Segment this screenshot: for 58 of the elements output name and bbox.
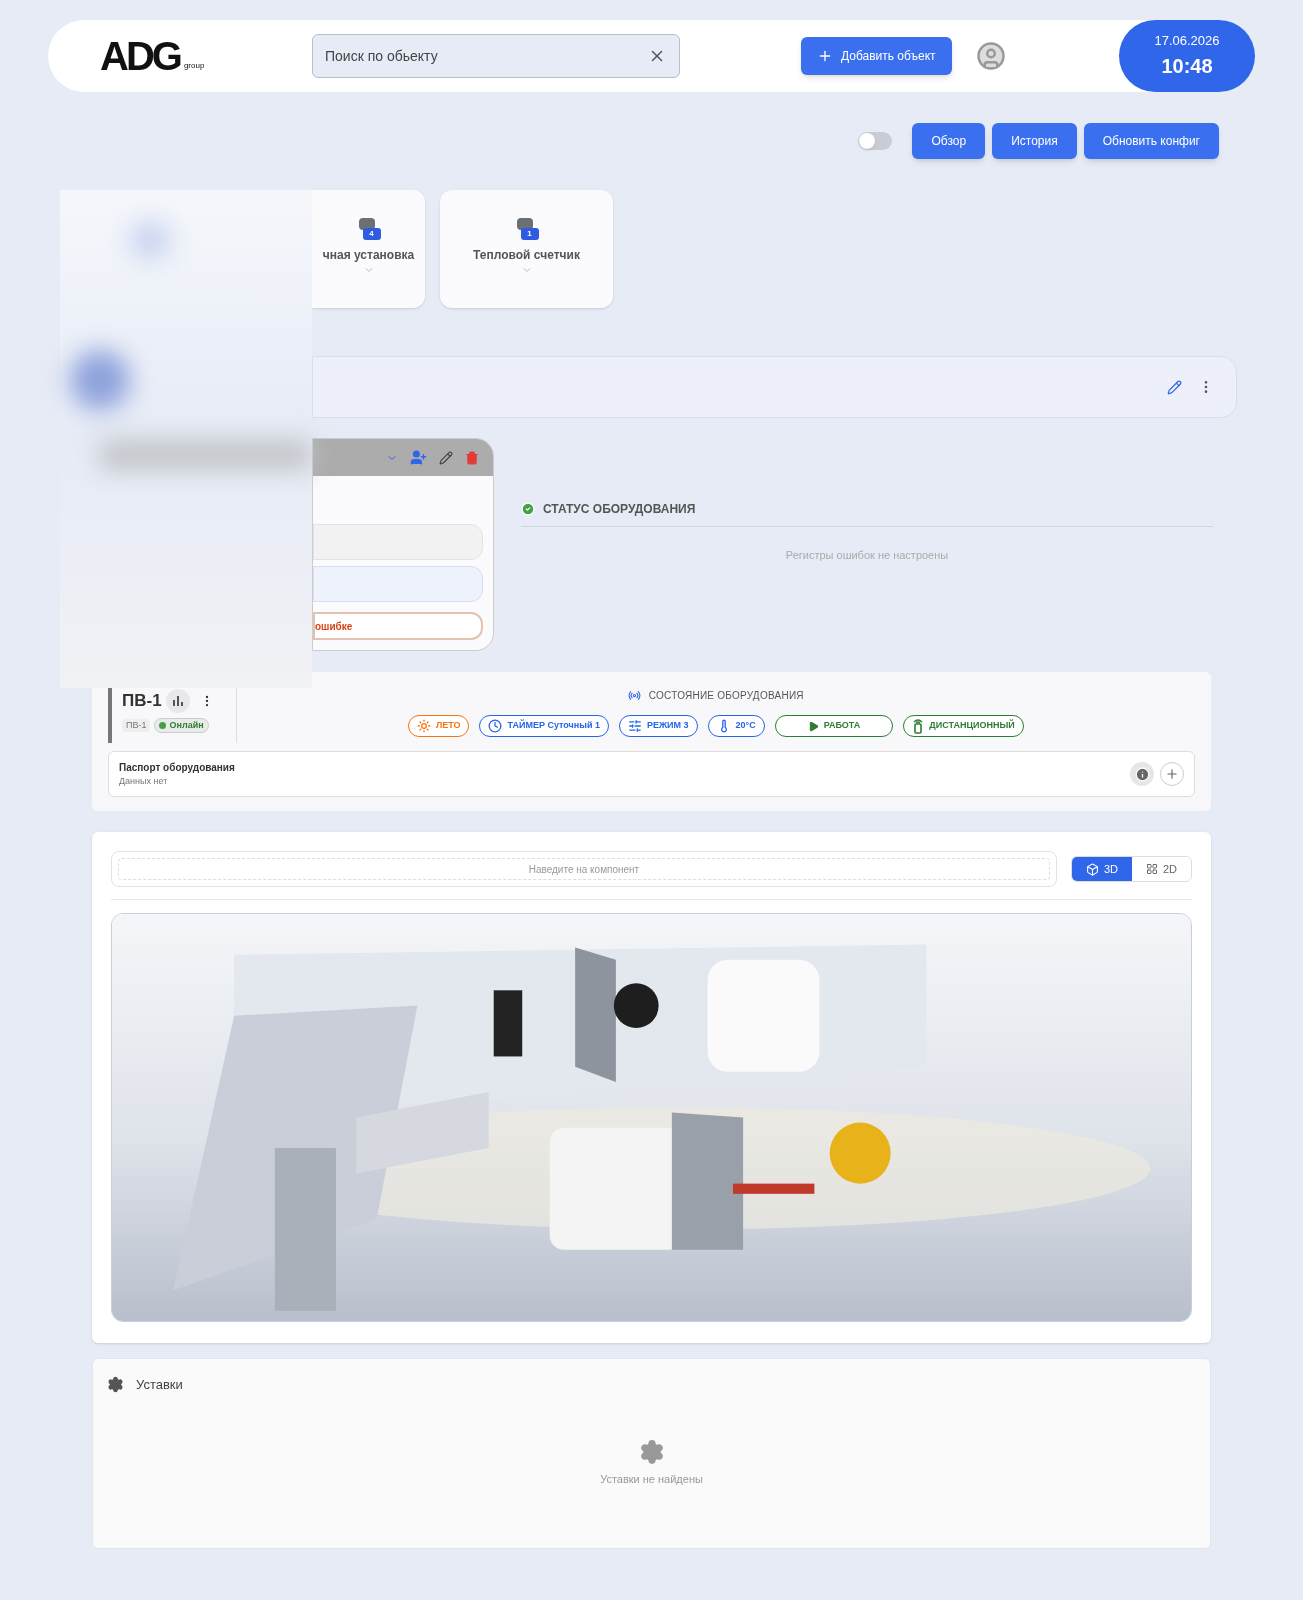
error-report-button[interactable]: ошибке bbox=[313, 612, 483, 640]
logo: ADG group bbox=[100, 36, 206, 76]
state-chip: ТАЙМЕР Суточный 1 bbox=[479, 715, 609, 737]
signal-icon bbox=[627, 689, 641, 702]
passport-title: Паспорт оборудования bbox=[119, 760, 235, 775]
play-icon bbox=[807, 720, 819, 732]
passport-subtitle: Данных нет bbox=[119, 774, 169, 788]
count-badge: 1 bbox=[520, 228, 539, 240]
user-avatar-icon[interactable] bbox=[975, 41, 1006, 71]
unit-name: ПВ-1 bbox=[122, 690, 162, 712]
state-chip: ДИСТАНЦИОННЫЙ bbox=[903, 715, 1024, 737]
plus-icon bbox=[1165, 767, 1179, 781]
input-field[interactable] bbox=[313, 566, 483, 602]
device-label: Тепловой счетчик bbox=[473, 247, 580, 264]
info-button[interactable] bbox=[1130, 762, 1154, 786]
date-text: 17.06.2026 bbox=[1154, 32, 1220, 51]
sliders-icon bbox=[627, 719, 642, 733]
count-badge: 4 bbox=[362, 228, 381, 240]
bar-chart-icon bbox=[171, 694, 184, 707]
view-tab[interactable]: 3D bbox=[1071, 857, 1132, 881]
add-user-icon[interactable] bbox=[410, 449, 427, 466]
section-title: СТАТУС ОБОРУДОВАНИЯ bbox=[543, 501, 696, 518]
status-badge: Онлайн bbox=[154, 717, 209, 733]
settings-icon bbox=[638, 1438, 665, 1465]
device-card[interactable]: 4 чная установка bbox=[312, 190, 425, 308]
state-chip: ЛЕТО bbox=[407, 715, 470, 737]
toggle-switch[interactable] bbox=[858, 132, 893, 150]
toolbar-button[interactable]: Обзор bbox=[912, 123, 986, 159]
grid-icon bbox=[1145, 863, 1158, 875]
state-chip: РАБОТА bbox=[774, 715, 894, 737]
section-title: СОСТОЯНИЕ ОБОРУДОВАНИЯ bbox=[648, 689, 804, 703]
state-chip: РЕЖИМ 3 bbox=[618, 715, 698, 737]
empty-message: Регистры ошибок не настроены bbox=[784, 548, 950, 563]
input-field[interactable] bbox=[313, 524, 483, 560]
hint-text: Наведите на компонент bbox=[118, 858, 1050, 880]
empty-message: Уставки не найдены bbox=[600, 1471, 703, 1487]
remote-icon bbox=[912, 718, 925, 734]
unit-tag: ПВ-1 bbox=[122, 718, 151, 732]
settings-icon bbox=[107, 1376, 124, 1394]
edit-icon[interactable] bbox=[1167, 379, 1182, 395]
plus-icon bbox=[817, 48, 833, 64]
toolbar-button[interactable]: Обновить конфиг bbox=[1083, 123, 1219, 159]
time-text: 10:48 bbox=[1161, 53, 1213, 79]
sun-icon bbox=[416, 719, 431, 733]
edit-icon[interactable] bbox=[439, 450, 453, 465]
toolbar-button[interactable]: История bbox=[992, 123, 1077, 159]
clock-icon bbox=[488, 719, 503, 733]
delete-icon[interactable] bbox=[465, 450, 479, 465]
device-card[interactable]: 1 Тепловой счетчик bbox=[440, 190, 613, 308]
cube-icon bbox=[1085, 862, 1099, 876]
check-icon bbox=[521, 502, 535, 516]
section-title: Уставки bbox=[136, 1376, 183, 1394]
device-label: чная установка bbox=[322, 247, 415, 264]
info-icon bbox=[1134, 766, 1150, 782]
search-field[interactable]: Поиск по обьекту bbox=[312, 34, 680, 78]
state-chip: 20°C bbox=[707, 715, 765, 737]
add-object-button[interactable]: Добавить объект bbox=[801, 37, 952, 75]
chart-button[interactable] bbox=[165, 688, 190, 713]
